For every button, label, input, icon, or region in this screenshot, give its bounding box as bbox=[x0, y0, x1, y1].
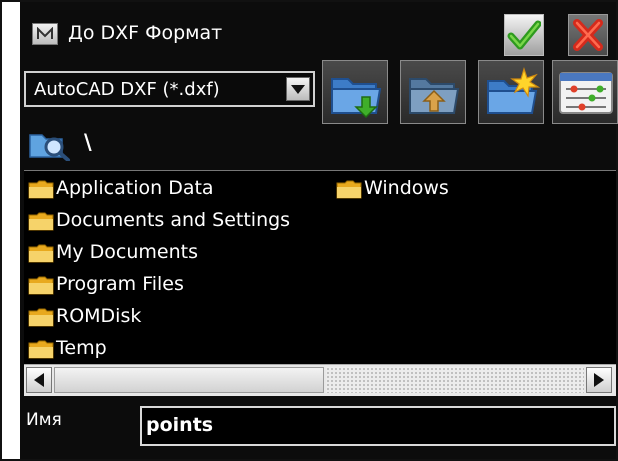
device-frame: До DXF Формат AutoCAD DXF (*.dxf) \ Appl… bbox=[0, 0, 618, 461]
scroll-right-button[interactable] bbox=[586, 367, 612, 393]
ok-button[interactable] bbox=[504, 14, 544, 56]
name-label: Имя bbox=[26, 410, 62, 430]
dropdown-button[interactable] bbox=[286, 77, 310, 101]
format-select-value: AutoCAD DXF (*.dxf) bbox=[34, 79, 220, 100]
chevron-right-icon bbox=[594, 373, 604, 387]
chevron-down-icon bbox=[291, 85, 305, 94]
scroll-left-button[interactable] bbox=[26, 367, 52, 393]
folder-icon bbox=[28, 211, 54, 236]
folder-icon bbox=[28, 243, 54, 268]
current-path: \ bbox=[84, 130, 92, 154]
scroll-thumb[interactable] bbox=[54, 367, 324, 393]
green-checkmark-icon bbox=[507, 20, 541, 50]
view-options-icon bbox=[559, 72, 613, 114]
cancel-button[interactable] bbox=[568, 14, 608, 56]
new-folder-button[interactable] bbox=[478, 60, 544, 124]
folder-name: Application Data bbox=[56, 177, 214, 199]
folder-name: Temp bbox=[56, 337, 107, 359]
folder-open-icon bbox=[331, 78, 382, 119]
title-bar: До DXF Формат bbox=[20, 2, 616, 58]
scroll-track[interactable] bbox=[326, 367, 584, 393]
red-x-icon bbox=[573, 19, 603, 51]
folder-icon bbox=[28, 275, 54, 300]
folder-name: Windows bbox=[364, 177, 449, 199]
format-select[interactable]: AutoCAD DXF (*.dxf) bbox=[24, 71, 315, 107]
folder-up-button[interactable] bbox=[400, 60, 466, 124]
file-list: Application Data Documents and Settings … bbox=[24, 170, 616, 396]
folder-icon bbox=[28, 339, 54, 364]
search-folder-icon bbox=[28, 129, 72, 165]
horizontal-scrollbar[interactable] bbox=[24, 364, 616, 396]
folder-icon bbox=[28, 307, 54, 332]
chevron-left-icon bbox=[34, 373, 44, 387]
new-folder-icon bbox=[487, 67, 540, 114]
screen: До DXF Формат AutoCAD DXF (*.dxf) \ Appl… bbox=[20, 2, 618, 459]
folder-up-icon bbox=[409, 78, 460, 114]
folder-icon bbox=[336, 179, 362, 204]
view-options-button[interactable] bbox=[552, 60, 618, 124]
folder-name: Documents and Settings bbox=[56, 209, 291, 231]
folder-name: ROMDisk bbox=[56, 305, 142, 327]
filename-value: points bbox=[146, 414, 214, 436]
filename-input[interactable]: points bbox=[140, 406, 616, 446]
folder-name: Program Files bbox=[56, 273, 184, 295]
folder-icon bbox=[28, 179, 54, 204]
window-title: До DXF Формат bbox=[68, 22, 223, 44]
app-icon bbox=[32, 23, 58, 45]
open-folder-button[interactable] bbox=[322, 60, 388, 124]
folder-name: My Documents bbox=[56, 241, 199, 263]
